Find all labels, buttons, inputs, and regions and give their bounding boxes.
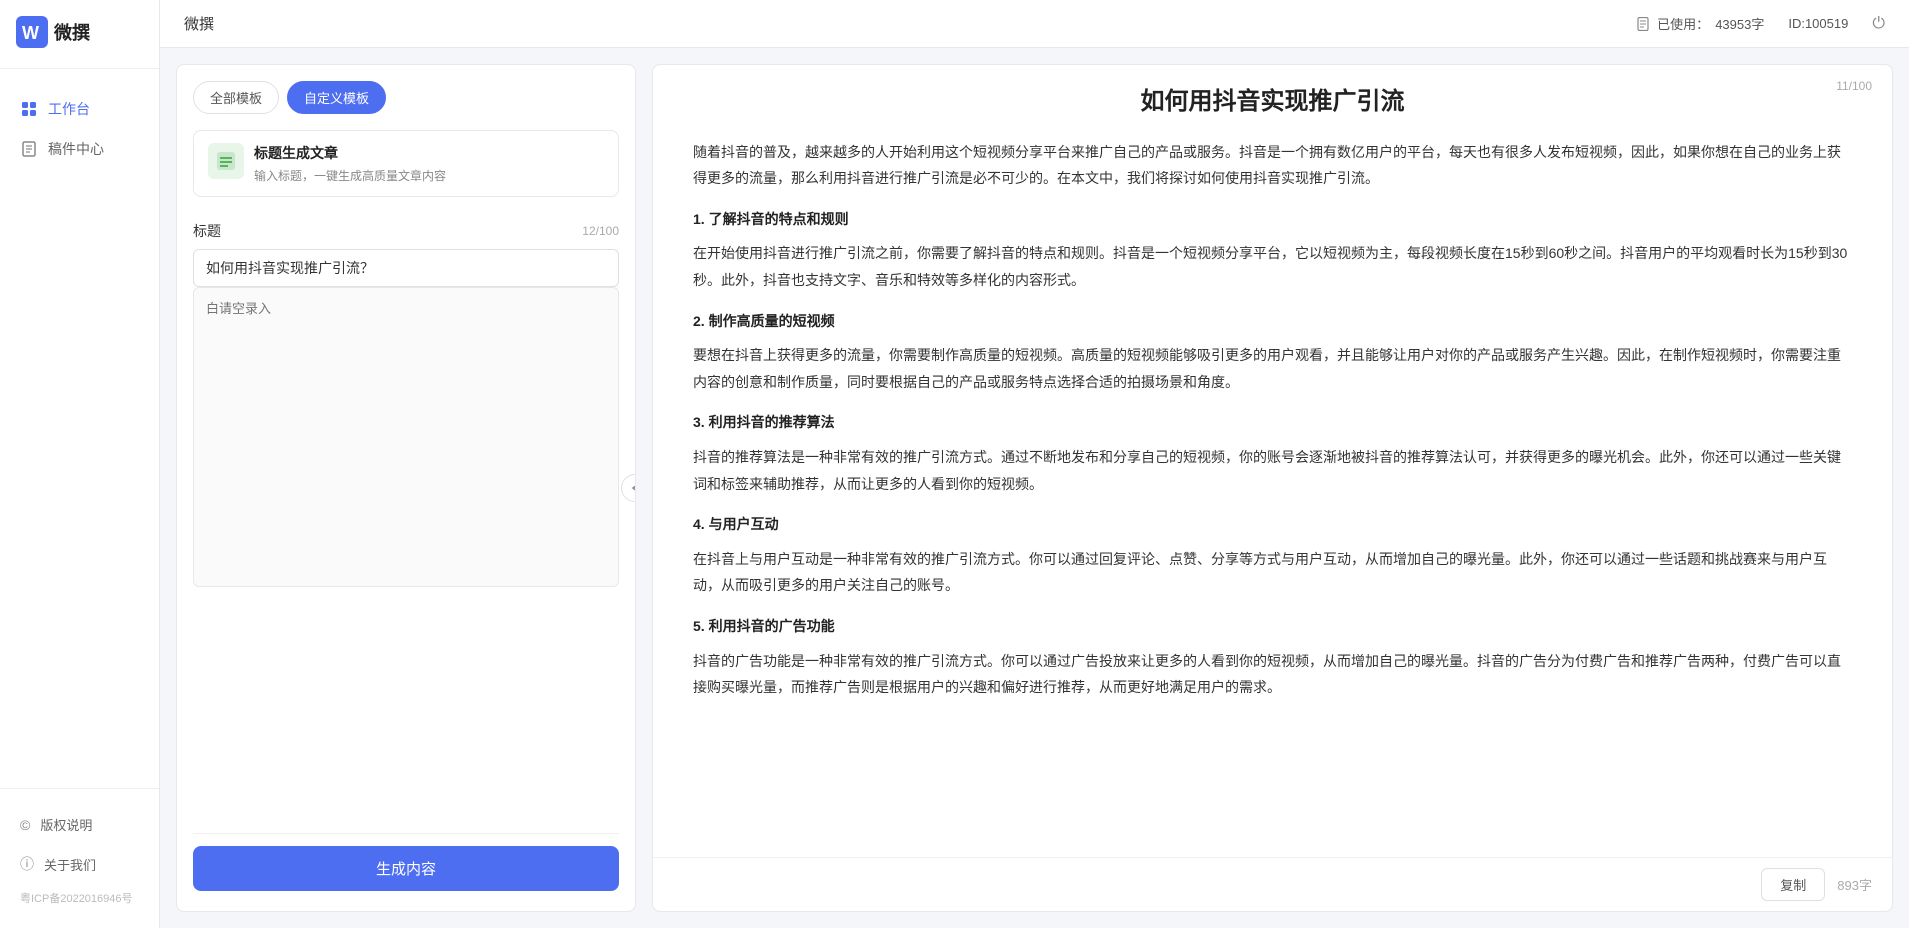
left-panel: 全部模板 自定义模板 标题生成文章 输入标题，一键生成高质量文章内容 xyxy=(176,64,636,912)
divider xyxy=(193,833,619,834)
copyright-label: 版权说明 xyxy=(40,815,92,834)
form-bottom: 生成内容 xyxy=(177,821,635,911)
template-tabs: 全部模板 自定义模板 xyxy=(177,65,635,114)
page-indicator: 11/100 xyxy=(1836,79,1872,93)
icp-text: 粤ICP备2022016946号 xyxy=(0,884,159,912)
sidebar-item-copyright[interactable]: © 版权说明 xyxy=(0,805,159,844)
article-heading-4: 4. 与用户互动 xyxy=(693,511,1852,538)
sidebar: W 微撰 工作台 xyxy=(0,0,160,928)
header-title: 微撰 xyxy=(184,13,214,34)
drafts-icon xyxy=(20,140,38,158)
chevron-left-icon xyxy=(630,483,636,493)
article-heading-5: 5. 利用抖音的广告功能 xyxy=(693,613,1852,640)
tab-all-templates[interactable]: 全部模板 xyxy=(193,81,279,114)
sidebar-item-about[interactable]: ⓘ 关于我们 xyxy=(0,844,159,884)
template-card-icon xyxy=(208,143,244,179)
article-para-5: 抖音的广告功能是一种非常有效的推广引流方式。你可以通过广告投放来让更多的人看到你… xyxy=(693,648,1852,701)
logo-text: 微撰 xyxy=(54,19,90,45)
logo-icon: W xyxy=(16,16,48,48)
sidebar-item-workbench-label: 工作台 xyxy=(48,99,90,119)
article-header: 如何用抖音实现推广引流 xyxy=(653,65,1892,119)
header-usage: 已使用： 43953字 xyxy=(1637,14,1764,33)
template-card[interactable]: 标题生成文章 输入标题，一键生成高质量文章内容 xyxy=(193,130,619,197)
content-textarea[interactable] xyxy=(193,287,619,587)
article-footer: 复制 893字 xyxy=(653,857,1892,911)
article-para-2: 要想在抖音上获得更多的流量，你需要制作高质量的短视频。高质量的短视频能够吸引更多… xyxy=(693,342,1852,395)
svg-text:W: W xyxy=(22,23,39,43)
form-section: 标题 12/100 xyxy=(177,213,635,821)
article-para-4: 在抖音上与用户互动是一种非常有效的推广引流方式。你可以通过回复评论、点赞、分享等… xyxy=(693,546,1852,599)
about-label: 关于我们 xyxy=(44,855,96,874)
article-para-1: 在开始使用抖音进行推广引流之前，你需要了解抖音的特点和规则。抖音是一个短视频分享… xyxy=(693,240,1852,293)
form-label: 标题 xyxy=(193,221,221,241)
copyright-icon: © xyxy=(20,817,30,833)
article-para-0: 随着抖音的普及，越来越多的人开始利用这个短视频分享平台来推广自己的产品或服务。抖… xyxy=(693,139,1852,192)
sidebar-bottom: © 版权说明 ⓘ 关于我们 粤ICP备2022016946号 xyxy=(0,788,159,928)
sidebar-logo: W 微撰 xyxy=(0,0,159,69)
article-content: 随着抖音的普及，越来越多的人开始利用这个短视频分享平台来推广自己的产品或服务。抖… xyxy=(653,119,1892,857)
main: 微撰 已使用： 43953字 ID:100519 ⏻ 全部模板 自定 xyxy=(160,0,1909,928)
about-icon: ⓘ xyxy=(20,854,34,874)
article-para-3: 抖音的推荐算法是一种非常有效的推广引流方式。通过不断地发布和分享自己的短视频，你… xyxy=(693,444,1852,497)
article-heading-3: 3. 利用抖音的推荐算法 xyxy=(693,409,1852,436)
document-icon xyxy=(1637,17,1651,31)
header-right: 已使用： 43953字 ID:100519 ⏻ xyxy=(1637,14,1885,33)
template-card-info: 标题生成文章 输入标题，一键生成高质量文章内容 xyxy=(254,143,604,184)
sidebar-item-drafts[interactable]: 稿件中心 xyxy=(0,129,159,169)
workbench-icon xyxy=(20,100,38,118)
right-panel: 11/100 如何用抖音实现推广引流 随着抖音的普及，越来越多的人开始利用这个短… xyxy=(652,64,1893,912)
article-heading-2: 2. 制作高质量的短视频 xyxy=(693,308,1852,335)
title-input[interactable] xyxy=(193,249,619,287)
header-id: ID:100519 xyxy=(1788,16,1848,31)
word-count: 893字 xyxy=(1837,875,1872,894)
usage-label: 已使用： xyxy=(1657,14,1709,33)
form-label-row: 标题 12/100 xyxy=(193,221,619,241)
article-heading-1: 1. 了解抖音的特点和规则 xyxy=(693,206,1852,233)
template-card-desc: 输入标题，一键生成高质量文章内容 xyxy=(254,167,604,184)
sidebar-item-drafts-label: 稿件中心 xyxy=(48,139,104,159)
generate-button[interactable]: 生成内容 xyxy=(193,846,619,891)
sidebar-item-workbench[interactable]: 工作台 xyxy=(0,89,159,129)
copy-button[interactable]: 复制 xyxy=(1761,868,1825,901)
sidebar-nav: 工作台 稿件中心 xyxy=(0,69,159,788)
article-title: 如何用抖音实现推广引流 xyxy=(693,85,1852,119)
power-icon[interactable]: ⏻ xyxy=(1872,15,1885,33)
header: 微撰 已使用： 43953字 ID:100519 ⏻ xyxy=(160,0,1909,48)
usage-count: 43953字 xyxy=(1715,14,1764,33)
tab-custom-templates[interactable]: 自定义模板 xyxy=(287,81,386,114)
content-area: 全部模板 自定义模板 标题生成文章 输入标题，一键生成高质量文章内容 xyxy=(160,48,1909,928)
char-count: 12/100 xyxy=(582,224,619,238)
template-card-title: 标题生成文章 xyxy=(254,143,604,163)
